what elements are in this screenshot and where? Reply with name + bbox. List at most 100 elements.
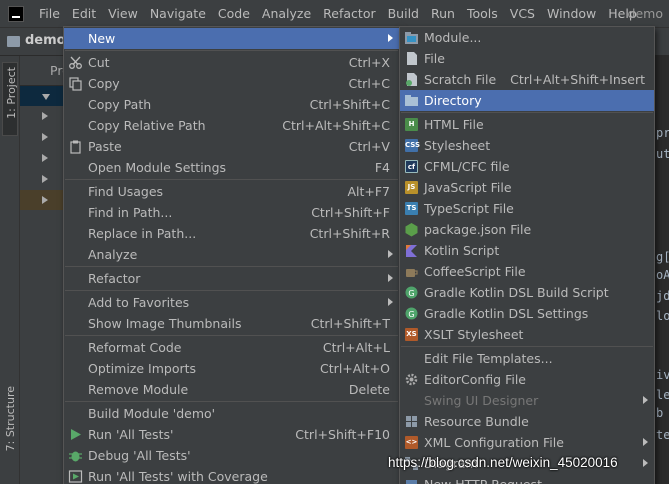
menu-item-editorconfig-file[interactable]: EditorConfig File [400,369,654,390]
menu-item-stylesheet[interactable]: CSS Stylesheet [400,135,654,156]
menu-separator [65,179,398,180]
shortcut-text: Ctrl+Alt+O [320,361,390,376]
shortcut-text: Ctrl+Shift+F10 [295,427,390,442]
menu-code[interactable]: Code [212,0,256,28]
menu-item-cut[interactable]: Cut Ctrl+X [64,52,399,73]
tree-row[interactable] [20,106,64,126]
menu-view[interactable]: View [102,0,144,28]
xslt-file-icon: XS [405,328,418,341]
menu-item-build-module[interactable]: Build Module 'demo' [64,403,399,424]
menu-item-label: Cut [88,55,110,70]
css-file-icon: CSS [405,139,420,152]
menu-item-coffeescript-file[interactable]: CoffeeScript File [400,261,654,282]
run-icon [71,429,81,440]
menu-item-label: File [424,51,445,66]
tree-row[interactable] [20,169,64,189]
tree-row[interactable] [20,148,64,168]
menu-item-label: Stylesheet [424,138,491,153]
menu-item-scratch-file[interactable]: Scratch File Ctrl+Alt+Shift+Insert [400,69,654,90]
menu-item-typescript-file[interactable]: TS TypeScript File [400,198,654,219]
menu-item-copy[interactable]: Copy Ctrl+C [64,73,399,94]
menu-item-find-usages[interactable]: Find Usages Alt+F7 [64,181,399,202]
menu-item-label: JavaScript File [424,180,512,195]
menu-item-swing-ui-designer[interactable]: Swing UI Designer [400,390,654,411]
menu-item-copy-path[interactable]: Copy Path Ctrl+Shift+C [64,94,399,115]
menu-item-refactor[interactable]: Refactor [64,268,399,289]
project-tool-tab[interactable]: 1: Project [2,62,18,136]
editor-text: iv [656,368,669,382]
editor-text: le [656,388,669,402]
menu-item-reformat-code[interactable]: Reformat Code Ctrl+Alt+L [64,337,399,358]
menu-item-javascript-file[interactable]: JS JavaScript File [400,177,654,198]
module-icon [405,32,418,44]
menu-item-analyze[interactable]: Analyze [64,244,399,265]
menu-item-copy-relative-path[interactable]: Copy Relative Path Ctrl+Alt+Shift+C [64,115,399,136]
menu-item-remove-module[interactable]: Remove Module Delete [64,379,399,400]
breadcrumb-project[interactable]: demo [25,33,66,48]
menu-item-package-json[interactable]: package.json File [400,219,654,240]
menu-item-show-image-thumbnails[interactable]: Show Image Thumbnails Ctrl+Shift+T [64,313,399,334]
watermark-text: https://blog.csdn.net/weixin_45020016 [388,455,618,470]
menu-item-module[interactable]: Module... [400,27,654,48]
collapse-arrow-icon[interactable] [42,154,48,162]
menu-item-xslt-stylesheet[interactable]: XS XSLT Stylesheet [400,324,654,345]
menu-item-paste[interactable]: Paste Ctrl+V [64,136,399,157]
menu-analyze[interactable]: Analyze [256,0,317,28]
menu-item-replace-in-path[interactable]: Replace in Path... Ctrl+Shift+R [64,223,399,244]
menu-item-new[interactable]: New [64,28,399,49]
menu-item-gradle-build-script[interactable]: G Gradle Kotlin DSL Build Script [400,282,654,303]
menu-build[interactable]: Build [382,0,425,28]
menu-item-label: Run 'All Tests' with Coverage [88,469,268,484]
menu-file[interactable]: File [33,0,66,28]
menu-item-debug-all-tests[interactable]: Debug 'All Tests' [64,445,399,466]
menu-item-html-file[interactable]: H HTML File [400,114,654,135]
menu-item-cfml-file[interactable]: cf CFML/CFC file [400,156,654,177]
menu-item-xml-configuration-file[interactable]: <> XML Configuration File [400,432,654,453]
expand-arrow-icon[interactable] [42,94,50,100]
menu-item-label: Copy [88,76,120,91]
collapse-arrow-icon[interactable] [42,175,48,183]
menu-separator [401,346,653,347]
editor-text: jd [656,289,669,303]
menu-item-label: New [88,31,116,46]
menu-item-optimize-imports[interactable]: Optimize Imports Ctrl+Alt+O [64,358,399,379]
menu-item-run-all-tests[interactable]: Run 'All Tests' Ctrl+Shift+F10 [64,424,399,445]
menu-refactor[interactable]: Refactor [317,0,381,28]
menu-navigate[interactable]: Navigate [144,0,212,28]
menu-edit[interactable]: Edit [66,0,102,28]
menu-run[interactable]: Run [425,0,461,28]
menu-item-file[interactable]: File [400,48,654,69]
submenu-arrow-icon [388,250,393,258]
menu-item-directory[interactable]: Directory [400,90,654,111]
menu-item-add-to-favorites[interactable]: Add to Favorites [64,292,399,313]
menu-item-gradle-settings[interactable]: G Gradle Kotlin DSL Settings [400,303,654,324]
window-title: demo [627,6,663,21]
menu-item-new-http-request[interactable]: New HTTP Request [400,474,654,484]
menu-item-edit-file-templates[interactable]: Edit File Templates... [400,348,654,369]
tree-row-root[interactable] [20,86,64,106]
menu-vcs[interactable]: VCS [504,0,541,28]
menu-item-resource-bundle[interactable]: Resource Bundle [400,411,654,432]
collapse-arrow-icon[interactable] [42,112,48,120]
menu-item-run-with-coverage[interactable]: Run 'All Tests' with Coverage [64,466,399,484]
cfml-file-icon: cf [405,160,418,173]
editor-text: ut [656,147,669,161]
menu-item-find-in-path[interactable]: Find in Path... Ctrl+Shift+F [64,202,399,223]
tree-row[interactable] [20,190,64,210]
menu-item-kotlin-script[interactable]: Kotlin Script [400,240,654,261]
menu-window[interactable]: Window [541,0,602,28]
menu-item-label: Run 'All Tests' [88,427,174,442]
menu-item-label: HTML File [424,117,484,132]
structure-tool-tab[interactable]: 7: Structure [2,386,18,476]
menu-item-label: Build Module 'demo' [88,406,216,421]
menu-tools[interactable]: Tools [461,0,504,28]
tree-row[interactable] [20,127,64,147]
collapse-arrow-icon[interactable] [42,196,48,204]
shortcut-text: Ctrl+Shift+T [310,316,390,331]
menu-item-open-module-settings[interactable]: Open Module Settings F4 [64,157,399,178]
menu-item-label: Add to Favorites [88,295,190,310]
shortcut-text: Ctrl+C [348,76,390,91]
collapse-arrow-icon[interactable] [42,133,48,141]
submenu-arrow-icon [643,459,648,467]
debug-bug-icon [69,451,82,462]
